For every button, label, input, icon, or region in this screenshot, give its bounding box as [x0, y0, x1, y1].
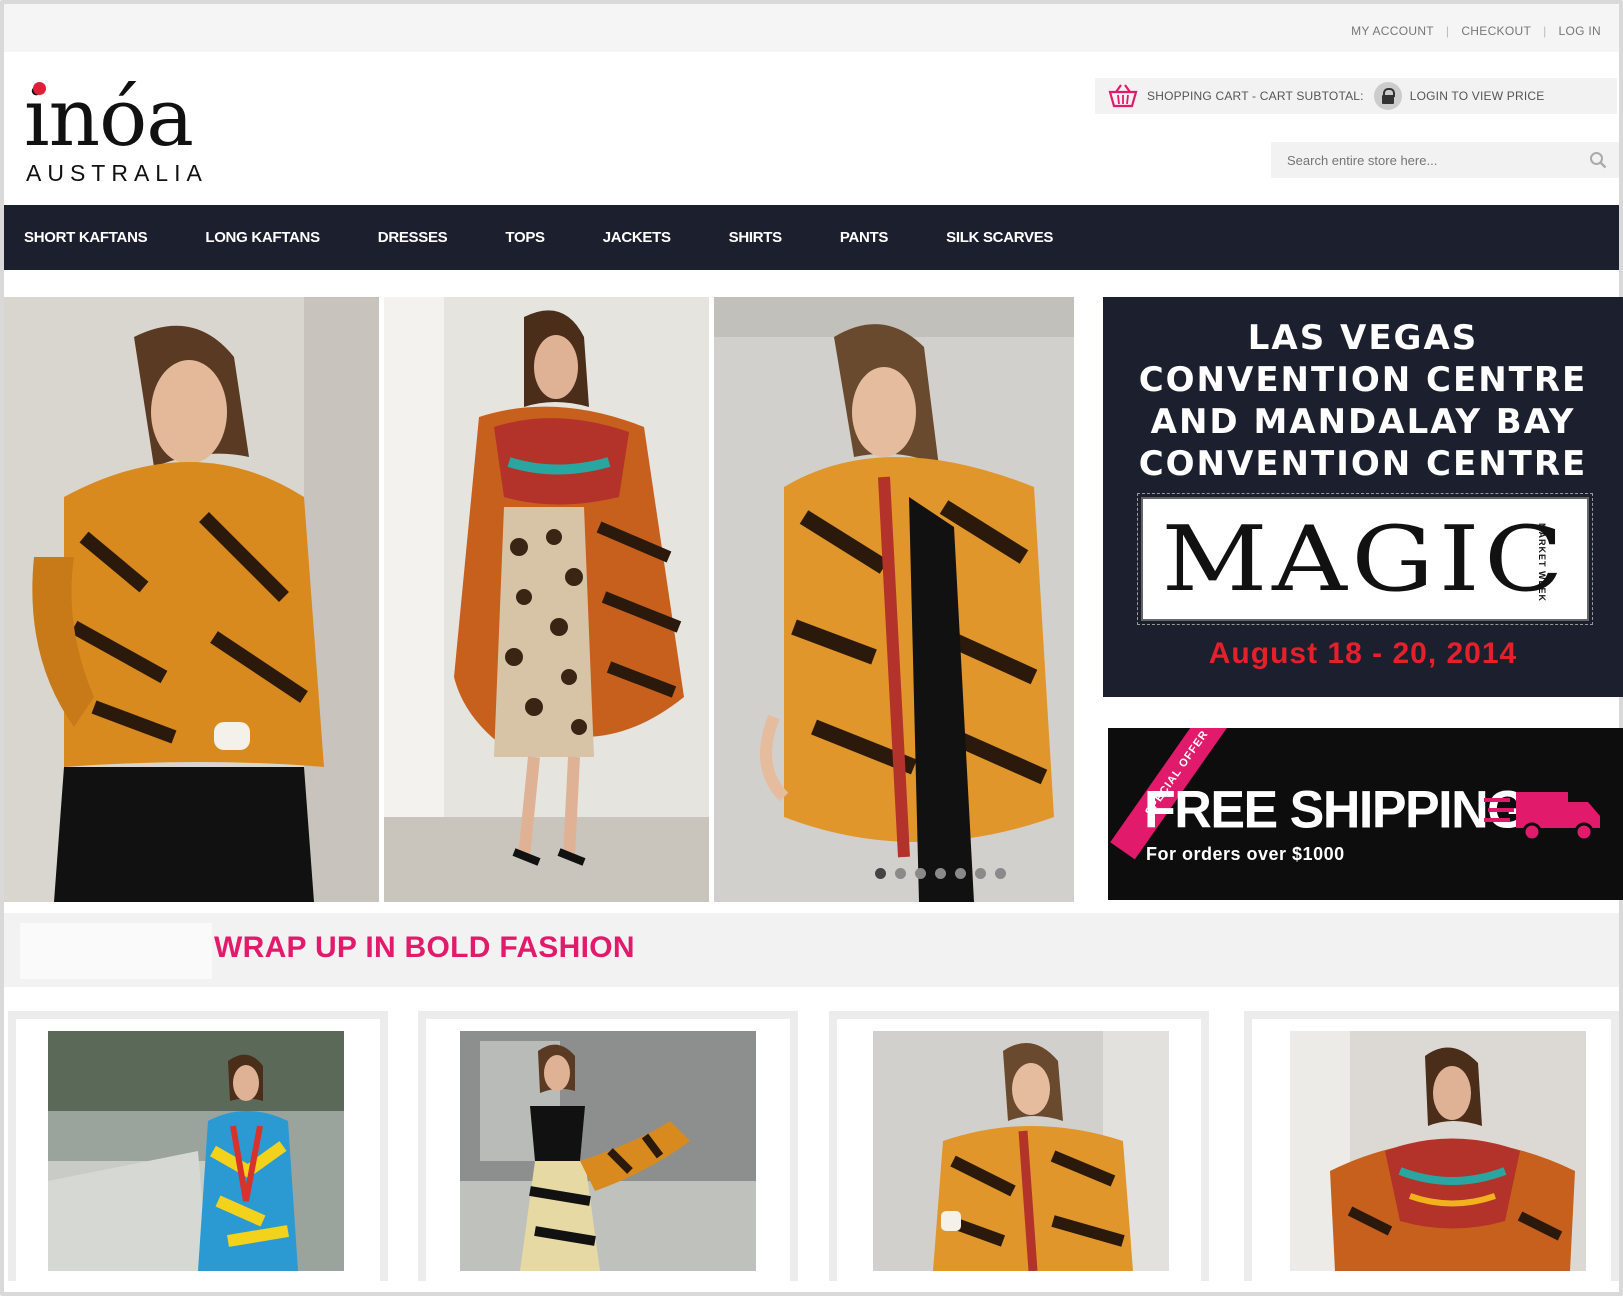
section-title: WRAP UP IN BOLD FASHION [214, 931, 635, 964]
event-line: LAS VEGAS [1247, 318, 1479, 358]
product-image[interactable] [1290, 1031, 1586, 1271]
event-line: CONVENTION CENTRE [1138, 360, 1588, 400]
slider-dot[interactable] [915, 868, 926, 879]
nav-long-kaftans[interactable]: LONG KAFTANS [185, 229, 320, 246]
product-card-inner [1252, 1019, 1611, 1281]
product-card[interactable] [829, 1011, 1209, 1281]
hero-photo-shirt [4, 297, 379, 902]
checkout-link[interactable]: CHECKOUT [1461, 24, 1531, 38]
product-card[interactable] [418, 1011, 798, 1281]
product-card-inner [837, 1019, 1201, 1281]
product-image[interactable] [460, 1031, 756, 1271]
my-account-link[interactable]: MY ACCOUNT [1351, 24, 1434, 38]
slider-dot[interactable] [975, 868, 986, 879]
logo-wordmark: inóa [24, 78, 208, 158]
hero-photo-kaftan [384, 297, 709, 902]
product-card-inner [16, 1019, 380, 1281]
slider-dot[interactable] [875, 868, 886, 879]
product-card-inner [426, 1019, 790, 1281]
slider-dot[interactable] [935, 868, 946, 879]
nav-silk-scarves[interactable]: SILK SCARVES [926, 229, 1053, 246]
divider: | [1445, 24, 1450, 38]
magic-logo-text: MAGIC [1161, 506, 1569, 612]
slider-dots [875, 868, 1006, 879]
cart-icon[interactable] [1107, 83, 1139, 109]
logo-subtitle: AUSTRALIA [26, 160, 208, 186]
search-input[interactable] [1271, 142, 1561, 178]
cart-bar[interactable]: SHOPPING CART - CART SUBTOTAL: LOGIN TO … [1095, 78, 1617, 114]
product-grid [4, 1011, 1619, 1281]
logo-main-text: inóa [24, 71, 194, 164]
nav-shirts[interactable]: SHIRTS [709, 229, 783, 246]
product-image[interactable] [48, 1031, 344, 1271]
event-line: AND MANDALAY BAY [1150, 402, 1576, 442]
slider-dot[interactable] [995, 868, 1006, 879]
login-to-view-price[interactable]: LOGIN TO VIEW PRICE [1410, 89, 1545, 103]
section-header: WRAP UP IN BOLD FASHION [4, 913, 1619, 987]
free-shipping-subtitle: For orders over $1000 [1146, 844, 1345, 864]
hero-photo-jacket [714, 297, 1074, 902]
event-title: LAS VEGAS CONVENTION CENTRE AND MANDALAY… [1103, 317, 1623, 485]
product-image[interactable] [873, 1031, 1169, 1271]
slider-dot[interactable] [895, 868, 906, 879]
hero-slider[interactable] [4, 297, 1074, 902]
slider-dot[interactable] [955, 868, 966, 879]
nav-dresses[interactable]: DRESSES [358, 229, 448, 246]
account-links: MY ACCOUNT | CHECKOUT | LOG IN [1351, 24, 1601, 38]
free-shipping-title: FREE SHIPPING [1144, 780, 1528, 840]
event-date: August 18 - 20, 2014 [1208, 637, 1518, 670]
section-header-block [20, 923, 212, 979]
search-box [1271, 142, 1619, 178]
product-card[interactable] [8, 1011, 388, 1281]
nav-short-kaftans[interactable]: SHORT KAFTANS [4, 229, 148, 246]
nav-jackets[interactable]: JACKETS [583, 229, 671, 246]
site-logo[interactable]: inóa AUSTRALIA [24, 78, 208, 187]
logo-dot [33, 82, 46, 95]
search-icon[interactable] [1589, 151, 1607, 169]
free-shipping-banner[interactable]: SPECIAL OFFER FREE SHIPPING For orders o… [1108, 728, 1623, 900]
lock-icon [1373, 82, 1402, 110]
login-link[interactable]: LOG IN [1559, 24, 1601, 38]
divider: | [1543, 24, 1547, 38]
main-nav: SHORT KAFTANS LONG KAFTANS DRESSES TOPS … [4, 205, 1619, 270]
event-banner[interactable]: LAS VEGAS CONVENTION CENTRE AND MANDALAY… [1103, 297, 1623, 697]
magic-logo: MAGIC MARKET WEEK [1137, 493, 1593, 625]
product-card[interactable] [1244, 1011, 1619, 1281]
magic-logo-subtext: MARKET WEEK [1537, 523, 1547, 602]
cart-subtotal-label[interactable]: SHOPPING CART - CART SUBTOTAL: [1147, 89, 1364, 103]
nav-pants[interactable]: PANTS [820, 229, 889, 246]
event-line: CONVENTION CENTRE [1138, 444, 1588, 484]
truck-icon [1484, 788, 1604, 844]
nav-tops[interactable]: TOPS [485, 229, 545, 246]
top-bar: MY ACCOUNT | CHECKOUT | LOG IN [4, 4, 1619, 52]
